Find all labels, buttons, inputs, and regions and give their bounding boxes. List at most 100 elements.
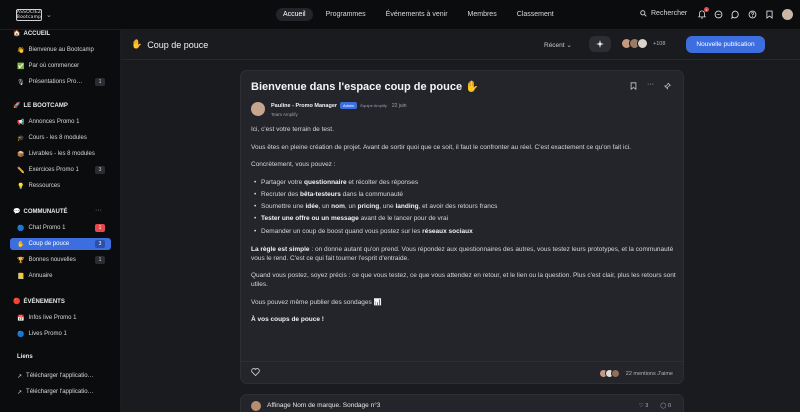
- sidebar-item-chat-promo[interactable]: 🔵 Chat Promo 1 1: [10, 222, 111, 234]
- sidebar-item-download-app-2[interactable]: ↗ Télécharger l'applicatio…: [10, 386, 111, 398]
- sparkle-icon: [596, 40, 604, 48]
- member-count: +108: [653, 40, 666, 47]
- bell-icon[interactable]: 4: [697, 7, 709, 19]
- next-post-card[interactable]: Affinage Nom de marque. Sondage n°3 ♡ 3 …: [240, 394, 684, 412]
- likes-summary[interactable]: 22 mentions J'aime: [598, 369, 673, 378]
- sidebar-item-lives-promo[interactable]: 🔵 Lives Promo 1: [10, 328, 111, 340]
- post-title[interactable]: Bienvenue dans l'espace coup de pouce ✋: [251, 80, 479, 93]
- new-post-button[interactable]: Nouvelle publication: [686, 36, 765, 53]
- app-root: ASSOCIEZ Bootcamp ⌄ Accueil Programmes É…: [0, 0, 800, 412]
- bookmark-icon[interactable]: [630, 82, 637, 90]
- home-icon: 🏠: [13, 31, 21, 37]
- ai-sparkle-button[interactable]: [589, 36, 611, 52]
- heart-icon[interactable]: [251, 368, 260, 376]
- top-bar: ASSOCIEZ Bootcamp ⌄ Accueil Programmes É…: [0, 0, 800, 30]
- sidebar-item-presentations[interactable]: 🎙 Présentations Pro… 1: [10, 76, 111, 88]
- sidebar-item-label: Livrables - les 8 modules: [28, 151, 95, 157]
- sidebar-item-download-app-1[interactable]: ↗ Télécharger l'applicatio…: [10, 370, 111, 382]
- avatar[interactable]: [251, 102, 265, 116]
- sidebar-item-coup-de-pouce[interactable]: ✋ Coup de pouce 3: [10, 238, 111, 250]
- page-title-text: Coup de pouce: [147, 39, 209, 50]
- nav-accueil[interactable]: Accueil: [276, 8, 313, 21]
- sidebar-item-bonnes-nouvelles[interactable]: 🏆 Bonnes nouvelles 1: [10, 254, 111, 266]
- paragraph: Ici, c'est votre terrain de test.: [251, 126, 334, 133]
- sidebar-item-annuaire[interactable]: 📒 Annuaire: [10, 270, 111, 282]
- post-author: Pauline - Promo Manager Admin Équipe Amp…: [251, 102, 407, 117]
- nav-classement[interactable]: Classement: [510, 8, 561, 21]
- admin-badge: Admin: [340, 102, 358, 109]
- section-title-communaute[interactable]: 💬 COMMUNAUTÉ: [13, 208, 67, 216]
- next-post-stats: ♡ 3 ◯ 0: [639, 403, 671, 409]
- likes-stat[interactable]: ♡ 3: [639, 403, 649, 409]
- microphone-icon: 🎙: [17, 79, 25, 86]
- sidebar-item-par-ou-commencer[interactable]: ✅ Par où commencer: [10, 60, 111, 72]
- comments-stat[interactable]: ◯ 0: [660, 403, 671, 409]
- section-title-evenements[interactable]: 🔴 ÉVÉNEMENTS: [13, 298, 65, 306]
- chat-icon[interactable]: [714, 10, 723, 19]
- help-icon[interactable]: [748, 10, 757, 19]
- section-title-bootcamp[interactable]: 🚀 LE BOOTCAMP: [13, 102, 68, 110]
- list-item: Demander un coup de boost quand vous pos…: [251, 228, 676, 237]
- unread-count: 1: [95, 256, 105, 264]
- search-button[interactable]: Rechercher: [640, 10, 687, 17]
- sidebar-item-label: Cours - les 8 modules: [28, 135, 87, 141]
- pin-icon[interactable]: [664, 82, 671, 90]
- sidebar-item-livrables[interactable]: 📦 Livrables - les 8 modules: [10, 148, 111, 160]
- post-actions: ···: [630, 81, 671, 90]
- megaphone-icon: 📢: [17, 119, 25, 126]
- calendar-icon: 📅: [17, 315, 25, 322]
- likers-avatars: [598, 369, 620, 378]
- rocket-icon: 🚀: [13, 103, 21, 109]
- chevron-down-icon[interactable]: ⌄: [46, 11, 52, 19]
- next-post-title[interactable]: Affinage Nom de marque. Sondage n°3: [267, 402, 380, 409]
- sidebar-item-bienvenue[interactable]: 👋 Bienvenue au Bootcamp: [10, 44, 111, 56]
- nav-membres[interactable]: Membres: [461, 8, 504, 21]
- author-line: Pauline - Promo Manager Admin Équipe Amp…: [271, 102, 407, 109]
- page-title: ✋ Coup de pouce: [131, 39, 208, 50]
- sidebar: 🏠 ACCUEIL 👋 Bienvenue au Bootcamp ✅ Par …: [0, 30, 121, 412]
- list-item: Tester une offre ou un message avant de …: [251, 215, 676, 224]
- red-circle-icon: 🔴: [13, 299, 21, 305]
- brand-logo[interactable]: ASSOCIEZ Bootcamp: [16, 8, 42, 21]
- sort-dropdown[interactable]: Récent ⌄: [544, 41, 572, 49]
- more-options-icon[interactable]: ···: [95, 207, 102, 214]
- more-options-icon[interactable]: ···: [647, 81, 654, 90]
- paragraph: Concrètement, vous pouvez :: [251, 161, 336, 169]
- section-label: ÉVÉNEMENTS: [23, 298, 65, 305]
- sidebar-item-infos-live[interactable]: 📅 Infos live Promo 1: [10, 312, 111, 324]
- nav-evenements[interactable]: Événements à venir: [379, 8, 455, 21]
- sidebar-item-label: Infos live Promo 1: [28, 315, 77, 321]
- box-icon: 📦: [17, 151, 25, 158]
- section-title-accueil[interactable]: 🏠 ACCUEIL: [13, 30, 50, 38]
- user-avatar[interactable]: [782, 9, 793, 20]
- sidebar-item-exercices[interactable]: ✏️ Exercices Promo 1 3: [10, 164, 111, 176]
- sidebar-item-label: Annuaire: [28, 273, 53, 279]
- bookmark-icon[interactable]: [765, 10, 774, 19]
- content-header: ✋ Coup de pouce Récent ⌄ +108 Nouvelle p…: [121, 30, 800, 60]
- post-card: Bienvenue dans l'espace coup de pouce ✋ …: [240, 70, 684, 384]
- sidebar-item-label: Ressources: [28, 183, 61, 189]
- comment-icon: ◯: [660, 403, 668, 409]
- paragraph: Vous pouvez même publier des sondages 📊: [251, 298, 382, 306]
- sidebar-item-cours[interactable]: 🎓 Cours - les 8 modules: [10, 132, 111, 144]
- author-name[interactable]: Pauline - Promo Manager: [271, 103, 337, 109]
- trophy-icon: 🏆: [17, 257, 25, 264]
- member-avatars[interactable]: +108: [621, 38, 665, 49]
- paragraph: Vous êtes en pleine création de projet. …: [251, 143, 631, 151]
- sidebar-item-annonces[interactable]: 📢 Annonces Promo 1: [10, 116, 111, 128]
- paragraph: Quand vous postez, soyez précis : ce que…: [251, 272, 676, 288]
- sidebar-item-label: Présentations Pro…: [28, 79, 83, 85]
- avatar: [637, 38, 648, 49]
- sidebar-item-ressources[interactable]: 💡 Ressources: [10, 180, 111, 192]
- message-icon[interactable]: [731, 10, 740, 19]
- sidebar-item-label: Annonces Promo 1: [28, 119, 80, 125]
- sidebar-item-label: Chat Promo 1: [28, 225, 66, 231]
- external-link-icon: ↗: [17, 389, 23, 396]
- main-nav: Accueil Programmes Événements à venir Me…: [276, 8, 561, 21]
- sidebar-item-label: Coup de pouce: [28, 241, 70, 247]
- avatar: [251, 401, 261, 411]
- nav-programmes[interactable]: Programmes: [319, 8, 373, 21]
- notification-badge: 4: [704, 7, 709, 12]
- section-title-liens[interactable]: Liens: [17, 354, 33, 360]
- unread-count: 3: [95, 240, 105, 248]
